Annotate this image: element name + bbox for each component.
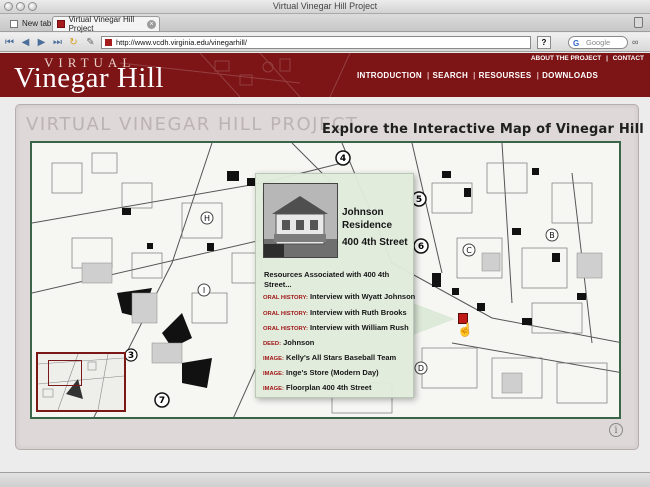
header-top-links: ABOUT THE PROJECT | CONTACT [528,55,644,62]
forward-button[interactable]: ▶ [35,36,48,49]
info-icon[interactable]: i [609,423,623,437]
resource-item[interactable]: IMAGE: Inge's Store (Modern Day) [263,368,379,377]
nav-resourses[interactable]: RESOURSES [479,71,532,80]
trash-icon[interactable] [634,17,643,28]
map-block-letter: B [549,231,555,240]
back-button[interactable]: ◀ [19,36,32,49]
resource-item[interactable]: ORAL HISTORY: Interview with Wyatt Johns… [263,292,415,301]
top-links-separator: | [606,55,608,62]
tab-bar: New tab Virtual Vinegar Hill Project × [0,14,650,33]
residence-name: Johnson Residence [342,207,393,231]
nav-downloads[interactable]: DOWNLOADS [542,71,598,80]
map-heading: Explore the Interactive Map of Vinegar H… [322,122,644,137]
nav-search[interactable]: SEARCH [432,71,468,80]
google-icon: G [573,39,580,48]
main-nav: INTRODUCTION | SEARCH | RESOURSES | DOWNLOADS [357,71,600,80]
map-block-letter: D [418,364,424,373]
map-street [411,143,443,274]
nav-separator: | [536,71,540,80]
resource-type: IMAGE: [263,356,284,362]
window-title: Virtual Vinegar Hill Project [272,1,378,11]
url-favicon-icon [105,39,112,46]
map-street [501,143,513,304]
resource-item[interactable]: ORAL HISTORY: Interview with Ruth Brooks [263,308,407,317]
nav-introduction[interactable]: INTRODUCTION [357,71,422,80]
resource-label: Interview with Ruth Brooks [309,308,407,317]
status-bar [0,472,650,487]
map-block-letter: H [204,214,210,223]
map-block-letter: C [466,246,472,255]
tab-close-icon[interactable]: × [147,20,156,29]
first-page-icon[interactable]: ⏮ [3,36,16,49]
resource-label: Inge's Store (Modern Day) [286,368,379,377]
site-title[interactable]: Vinegar Hill [14,62,164,95]
window-titlebar: Virtual Vinegar Hill Project [0,0,650,14]
resource-type: IMAGE: [263,371,284,377]
resource-item[interactable]: DEED: Johnson [263,338,314,347]
map-block-letter: I [203,286,205,295]
hand-cursor-icon: ☝ [457,322,474,337]
search-placeholder: Google [586,38,611,47]
site-header: VIRTUAL Vinegar Hill ABOUT THE PROJECT |… [0,53,650,97]
last-page-icon[interactable]: ⏭ [51,36,64,49]
nav-separator: | [426,71,430,80]
project-title: VIRTUAL VINEGAR HILL PROJECT [26,114,359,135]
resource-type: IMAGE: [263,386,284,392]
blank-page-icon [10,19,18,28]
resource-type: ORAL HISTORY: [263,326,308,332]
resource-item[interactable]: IMAGE: Floorplan 400 4th Street [263,383,371,392]
resource-label: Interview with Wyatt Johnson [309,292,416,301]
resource-label: Floorplan 400 4th Street [286,383,372,392]
site-favicon-icon [57,20,65,28]
about-link[interactable]: ABOUT THE PROJECT [531,55,601,62]
tab-new-label: New tab [22,19,52,28]
tab-vinegar-hill-label: Virtual Vinegar Hill Project [68,15,135,33]
resource-item[interactable]: ORAL HISTORY: Interview with William Rus… [263,323,409,332]
map-street-number[interactable]: 6 [418,242,424,252]
resource-type: ORAL HISTORY: [263,295,308,301]
reload-icon[interactable]: ↻ [67,36,80,49]
navigation-toolbar: ⏮ ◀ ▶ ⏭ ↻ ✎ http://www.vcdh.virginia.edu… [0,33,650,52]
map-street-number[interactable]: 3 [128,351,134,361]
popup-pointer [413,303,455,335]
resource-type: ORAL HISTORY: [263,311,308,317]
residence-photo [263,183,338,258]
url-field[interactable]: http://www.vcdh.virginia.edu/vinegarhill… [101,36,531,49]
map-street-number[interactable]: 5 [416,195,422,205]
map-street-number[interactable]: 4 [340,154,346,164]
resource-item[interactable]: IMAGE: Kelly's All Stars Baseball Team [263,353,396,362]
resource-label: Interview with William Rush [309,323,409,332]
resource-type: DEED: [263,341,282,347]
help-button[interactable]: ? [537,36,551,49]
url-text: http://www.vcdh.virginia.edu/vinegarhill… [116,38,247,47]
search-input[interactable]: G Google [568,36,628,49]
binoculars-icon[interactable]: ∞ [632,37,638,47]
house-image [264,184,337,257]
tab-vinegar-hill[interactable]: Virtual Vinegar Hill Project × [52,15,160,33]
map-street-number[interactable]: 7 [159,396,165,406]
nav-separator: | [473,71,476,80]
edit-icon[interactable]: ✎ [84,36,97,49]
inset-overview-map[interactable] [36,352,126,412]
inset-viewport-frame[interactable] [48,360,82,386]
resource-label: Kelly's All Stars Baseball Team [286,353,397,362]
residence-address: 400 4th Street [342,237,408,248]
resources-heading: Resources Associated with 400 4th Street… [264,270,390,289]
resource-label: Johnson [283,338,315,347]
contact-link[interactable]: CONTACT [613,55,644,62]
tab-new[interactable]: New tab [6,16,55,31]
